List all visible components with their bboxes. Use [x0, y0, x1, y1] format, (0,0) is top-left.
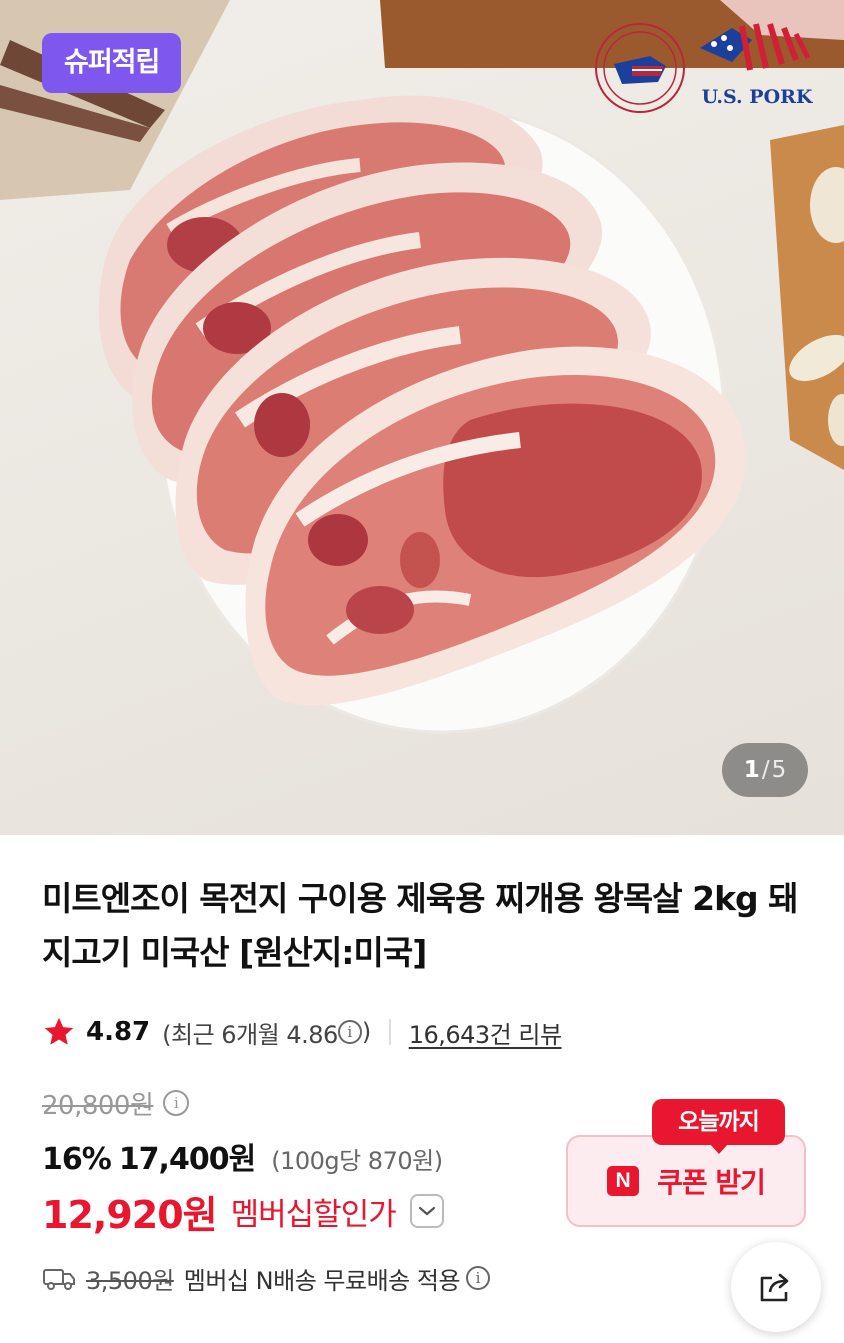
shipping-row: 3,500원 멤버십 N배송 무료배송 적용 i: [42, 1258, 491, 1298]
coupon-button-label: 쿠폰 받기: [657, 1166, 766, 1199]
share-button[interactable]: [731, 1242, 821, 1332]
recent-rating-text: (최근 6개월 4.86: [162, 1020, 338, 1049]
member-price-expand-button[interactable]: [409, 1194, 444, 1228]
coupon-deadline-badge: 오늘까지: [652, 1099, 785, 1154]
recent-rating-close: ): [361, 1018, 371, 1046]
shipping-info-icon[interactable]: i: [466, 1266, 491, 1290]
page-separator: /: [761, 757, 770, 783]
us-pork-logo: U.S. PORK: [692, 18, 822, 108]
product-image-carousel[interactable]: 슈퍼적립 U.S. PORK 1/5: [0, 0, 844, 835]
sale-price-row: 16% 17,400원 (100g당 870원): [42, 1134, 443, 1177]
page-total: 5: [771, 757, 787, 783]
get-coupon-button[interactable]: N 쿠폰 받기: [566, 1135, 806, 1227]
share-icon: [760, 1273, 789, 1302]
us-pork-logo-text: U.S. PORK: [701, 86, 813, 108]
member-price-label: 멤버십할인가: [230, 1196, 397, 1233]
original-price: 20,800원: [42, 1090, 154, 1121]
truck-icon: [43, 1269, 75, 1290]
review-count-link[interactable]: 16,643건 리뷰: [409, 1015, 562, 1050]
divider: [388, 1019, 391, 1045]
member-price-row: 12,920원 멤버십할인가: [42, 1183, 444, 1239]
product-title: 미트엔조이 목전지 구이용 제육용 찌개용 왕목살 2kg 돼지고기 미국산 […: [42, 879, 799, 972]
shipping-info-text: 멤버십 N배송 무료배송 적용: [183, 1266, 461, 1295]
image-page-indicator: 1/5: [722, 743, 808, 797]
sale-price: 17,400원: [118, 1142, 256, 1177]
page-current: 1: [743, 757, 760, 783]
price-info-icon[interactable]: i: [163, 1090, 190, 1116]
member-price: 12,920원: [42, 1192, 218, 1237]
us-meat-export-federation-logo: [592, 20, 688, 116]
original-price-row: 20,800원 i: [42, 1083, 190, 1123]
super-points-badge: 슈퍼적립: [42, 33, 182, 93]
rating-score: 4.87: [86, 1017, 151, 1047]
star-icon: [44, 1017, 74, 1045]
shipping-original-fee: 3,500원: [86, 1266, 174, 1295]
product-photo: [0, 0, 844, 734]
naver-n-icon: N: [607, 1166, 640, 1196]
unit-price: (100g당 870원): [271, 1147, 443, 1175]
info-icon[interactable]: i: [337, 1020, 362, 1044]
discount-rate: 16%: [42, 1142, 112, 1177]
rating-row: 4.87 (최근 6개월 4.86 i ) 16,643건 리뷰: [42, 1012, 562, 1052]
chevron-down-icon: [418, 1206, 435, 1216]
